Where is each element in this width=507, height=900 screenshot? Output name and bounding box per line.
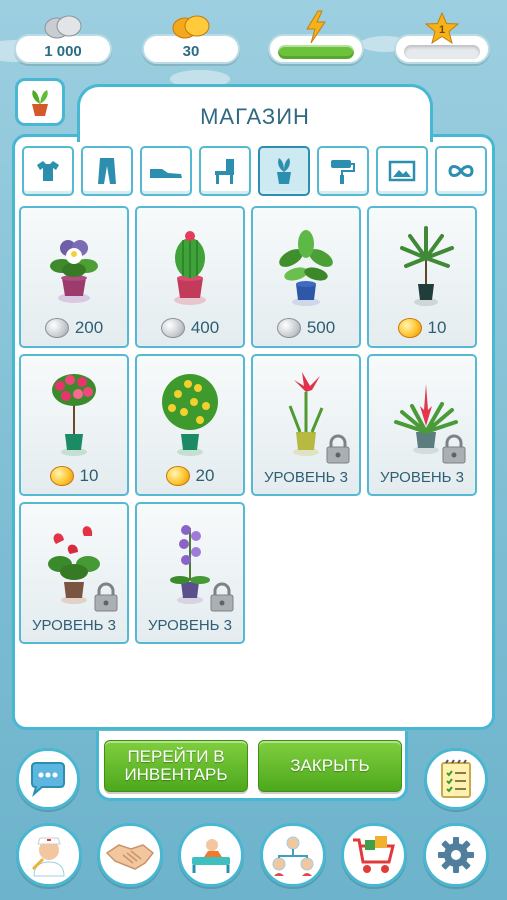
picture-icon — [388, 160, 416, 182]
patient-bed-icon — [192, 839, 230, 873]
nav-staff-button[interactable] — [260, 823, 326, 887]
item-price: 10 — [21, 466, 127, 486]
cactus-plant-icon — [174, 231, 206, 305]
nurse-avatar-icon — [32, 837, 65, 877]
close-button[interactable]: ЗАКРЫТЬ — [258, 740, 402, 792]
silver-counter[interactable]: 1 000 — [14, 15, 112, 64]
dieffenbachia-plant-icon — [279, 230, 333, 306]
silver-amount: 1 000 — [44, 42, 82, 60]
item-price-value: 200 — [74, 318, 104, 337]
staff-network-icon — [272, 836, 314, 876]
shirt-icon — [37, 161, 59, 181]
gold-coin-icon — [49, 466, 74, 486]
tab-pants[interactable] — [81, 146, 133, 196]
potted-plant-icon — [32, 90, 48, 116]
energy-meter[interactable] — [268, 10, 364, 64]
item-price: 200 — [21, 318, 127, 338]
silver-coin-icon — [160, 318, 185, 338]
item-card-rose-tree[interactable]: 10 — [19, 354, 129, 496]
handshake-icon — [105, 844, 155, 870]
nav-doctor-button[interactable] — [16, 823, 82, 887]
silver-coin-icon — [276, 318, 301, 338]
level-meter[interactable]: 1 — [394, 11, 490, 64]
tab-clothing[interactable] — [22, 146, 74, 196]
gold-coin-icon — [171, 14, 211, 44]
nav-deals-button[interactable] — [97, 823, 163, 887]
item-price: 10 — [369, 318, 475, 338]
pants-icon — [98, 158, 116, 184]
nav-shop-button[interactable] — [341, 823, 407, 887]
lock-icon — [323, 434, 353, 464]
item-card-orchid[interactable]: УРОВЕНЬ 3 — [135, 502, 245, 644]
palm-plant-icon — [400, 226, 454, 306]
paint-roller-icon — [331, 160, 355, 184]
item-price-value: 400 — [190, 318, 220, 337]
item-price-value: 10 — [427, 318, 447, 337]
shop-title-tab: МАГАЗИН — [77, 84, 433, 142]
required-level: УРОВЕНЬ 3 — [379, 469, 465, 486]
chair-icon — [215, 159, 234, 184]
silver-coin-icon — [44, 318, 69, 338]
item-card-violet[interactable]: 200 — [19, 206, 129, 348]
tab-pictures[interactable] — [376, 146, 428, 196]
gold-coin-icon — [165, 466, 190, 486]
item-card-anthurium[interactable]: УРОВЕНЬ 3 — [19, 502, 129, 644]
infinity-icon — [448, 165, 474, 177]
nav-patients-button[interactable] — [178, 823, 244, 887]
star-level-icon: 1 — [424, 11, 460, 48]
tab-plants[interactable] — [258, 146, 310, 196]
gold-coin-icon — [397, 318, 422, 338]
tasks-button[interactable] — [424, 748, 488, 810]
silver-coin-icon — [43, 14, 83, 44]
item-card-cactus[interactable]: 400 — [135, 206, 245, 348]
tab-joint — [80, 136, 430, 144]
tab-shoes[interactable] — [140, 146, 192, 196]
item-price: 20 — [137, 466, 243, 486]
item-card-lemon-tree[interactable]: 20 — [135, 354, 245, 496]
nav-settings-button[interactable] — [423, 823, 489, 887]
chat-bubble-icon — [31, 762, 65, 797]
required-level: УРОВЕНЬ 3 — [263, 469, 349, 486]
lightning-icon — [304, 10, 328, 48]
tab-decor[interactable] — [317, 146, 369, 196]
close-label: ЗАКРЫТЬ — [290, 756, 370, 775]
shoe-icon — [150, 169, 182, 178]
plant-icon — [277, 158, 291, 184]
lock-icon — [207, 582, 237, 612]
violet-plant-icon — [50, 240, 98, 303]
go-to-inventory-button[interactable]: ПЕРЕЙТИ В ИНВЕНТАРЬ — [104, 740, 248, 792]
item-price: 500 — [253, 318, 359, 338]
gear-icon — [438, 837, 474, 873]
item-price-value: 20 — [195, 466, 215, 485]
required-level: УРОВЕНЬ 3 — [31, 617, 117, 634]
item-card-amaryllis[interactable]: УРОВЕНЬ 3 — [251, 354, 361, 496]
shop-title: МАГАЗИН — [200, 103, 310, 129]
lock-icon — [91, 582, 121, 612]
item-card-dieffenbachia[interactable]: 500 — [251, 206, 361, 348]
tab-all[interactable] — [435, 146, 487, 196]
lemon-tree-plant-icon — [162, 374, 218, 456]
tab-furniture[interactable] — [199, 146, 251, 196]
chat-button[interactable] — [16, 748, 80, 810]
rose-tree-plant-icon — [52, 374, 96, 456]
shop-plant-icon-button[interactable] — [15, 78, 65, 126]
item-price-value: 500 — [306, 318, 336, 337]
lock-icon — [439, 434, 469, 464]
shopping-cart-icon — [353, 836, 395, 873]
item-card-palm[interactable]: 10 — [367, 206, 477, 348]
gold-amount: 30 — [182, 42, 200, 60]
item-price-value: 10 — [79, 466, 99, 485]
gold-counter[interactable]: 30 — [142, 15, 240, 64]
level-number: 1 — [439, 24, 445, 36]
required-level: УРОВЕНЬ 3 — [147, 617, 233, 634]
task-list-icon — [441, 759, 471, 798]
item-price: 400 — [137, 318, 243, 338]
go-to-inventory-label: ПЕРЕЙТИ В ИНВЕНТАРЬ — [124, 747, 228, 784]
item-card-bromeliad[interactable]: УРОВЕНЬ 3 — [367, 354, 477, 496]
